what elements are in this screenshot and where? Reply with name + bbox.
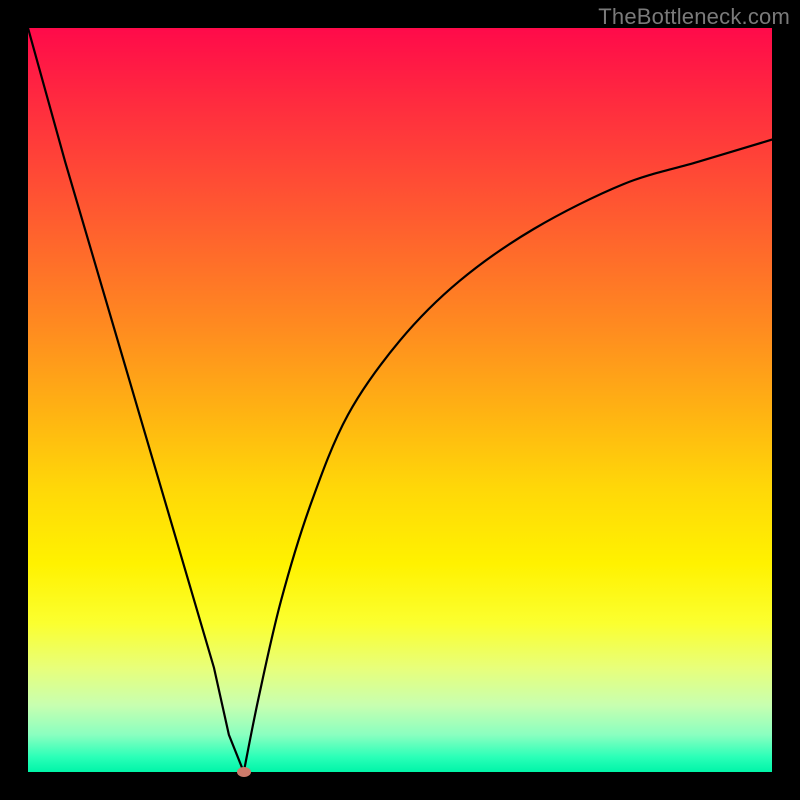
watermark-text: TheBottleneck.com [598,4,790,30]
optimum-marker [237,767,251,777]
bottleneck-curve [28,28,772,772]
curve-path [28,28,772,772]
chart-plot-area [28,28,772,772]
